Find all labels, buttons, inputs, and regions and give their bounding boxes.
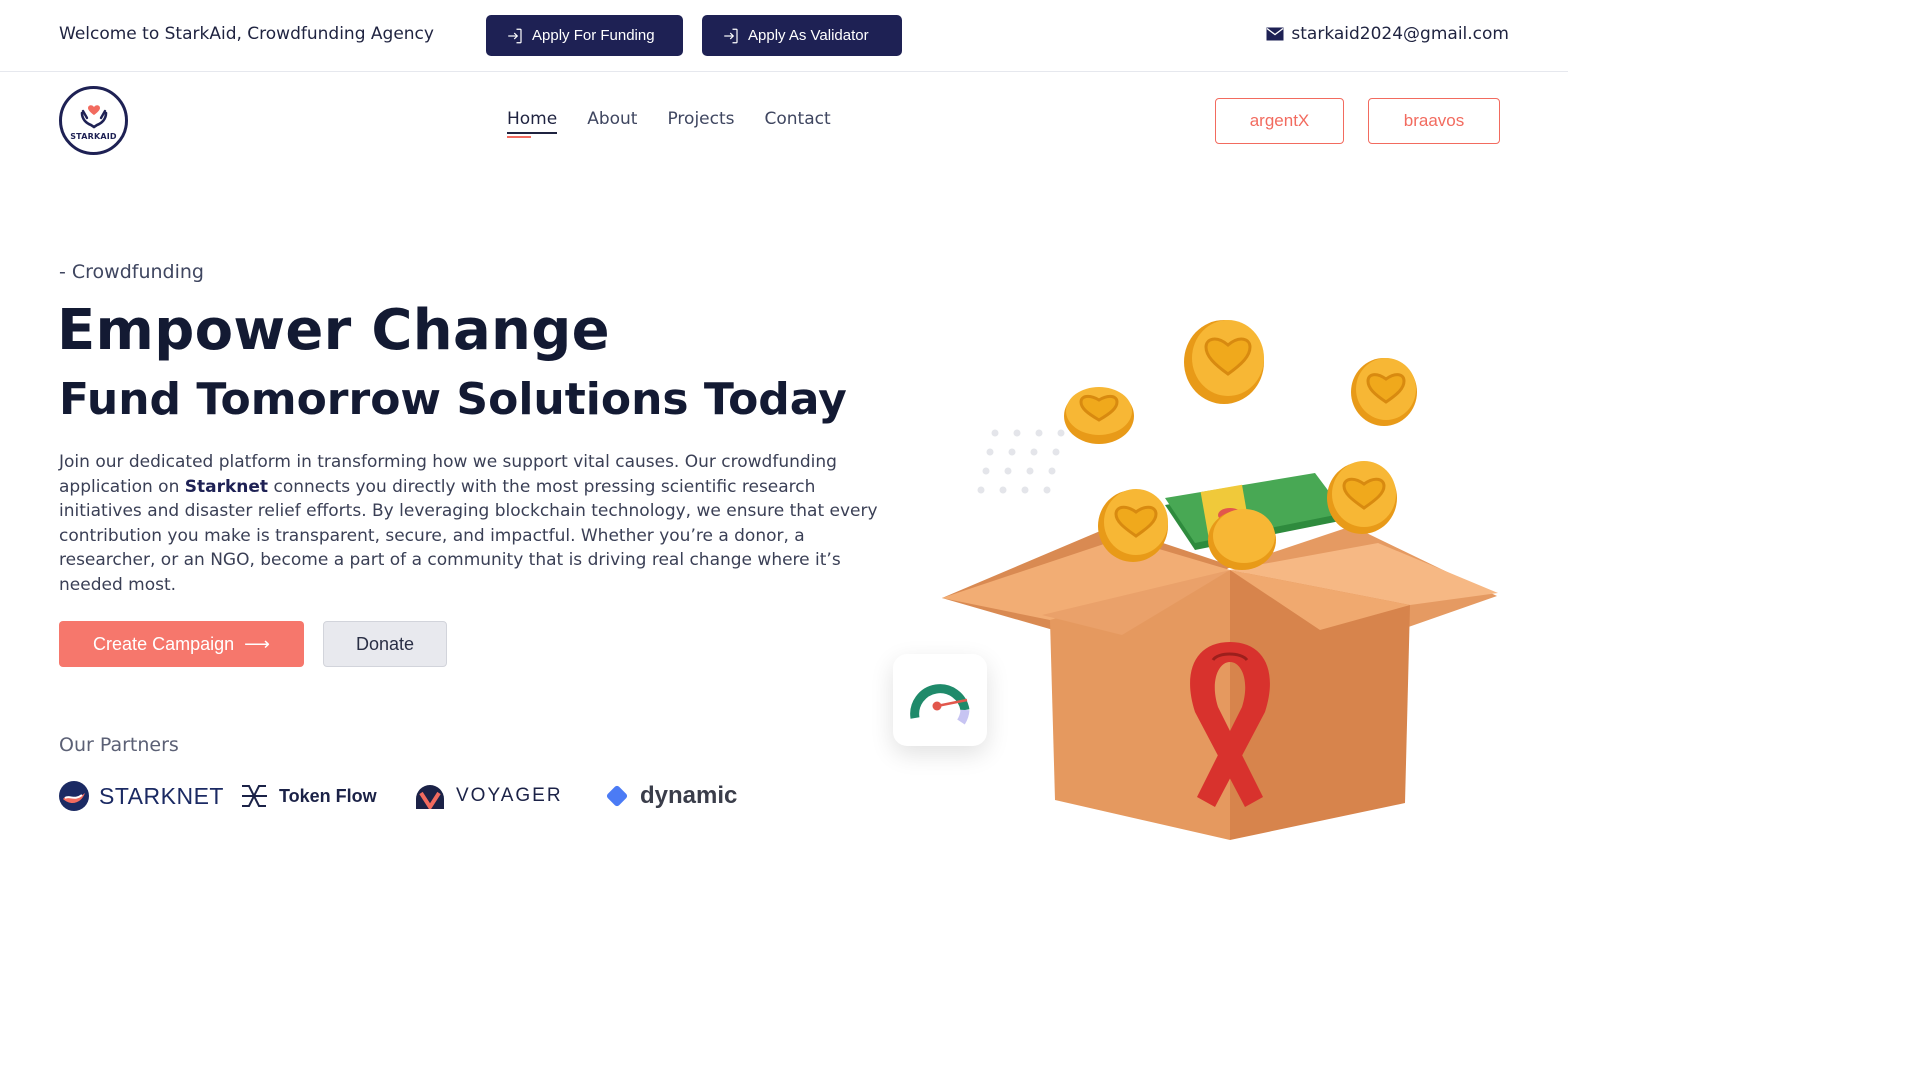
voyager-logo-icon <box>416 785 444 809</box>
partner-tokenflow[interactable]: Token Flow <box>240 779 377 813</box>
tokenflow-logo-icon <box>242 785 267 807</box>
main-nav: Home About Projects Contact <box>507 109 831 138</box>
hero-subtitle: Fund Tomorrow Solutions Today <box>59 374 847 425</box>
starkaid-logo[interactable]: STARKAID <box>59 86 128 155</box>
mail-icon <box>1266 27 1284 41</box>
email-text: starkaid2024@gmail.com <box>1291 24 1509 44</box>
partner-tokenflow-name: Token Flow <box>279 785 377 806</box>
partner-voyager-name: VOYAGER <box>456 785 563 806</box>
nav-about[interactable]: About <box>587 109 637 129</box>
braavos-wallet-button[interactable]: braavos <box>1368 98 1500 144</box>
dynamic-logo-icon <box>606 785 628 807</box>
heart-coins <box>1064 320 1417 570</box>
nav-contact[interactable]: Contact <box>765 109 831 129</box>
donate-button[interactable]: Donate <box>323 621 447 667</box>
starknet-highlight: Starknet <box>184 476 269 497</box>
top-bar: Welcome to StarkAid, Crowdfunding Agency… <box>0 0 1568 72</box>
hero-description: Join our dedicated platform in transform… <box>59 450 879 597</box>
nav-projects[interactable]: Projects <box>667 109 734 129</box>
hero-title: Empower Change <box>57 298 610 363</box>
partner-dynamic-name: dynamic <box>640 782 738 809</box>
speedometer-card <box>893 654 987 746</box>
partner-starknet[interactable]: STARKNET <box>59 779 224 813</box>
apply-for-funding-button[interactable]: Apply For Funding <box>486 15 683 56</box>
argentx-wallet-button[interactable]: argentX <box>1215 98 1344 144</box>
login-icon <box>724 28 738 43</box>
contact-email[interactable]: starkaid2024@gmail.com <box>1266 24 1509 44</box>
donation-box-illustration <box>942 320 1498 840</box>
partners-title: Our Partners <box>59 734 179 756</box>
welcome-text: Welcome to StarkAid, Crowdfunding Agency <box>59 24 434 44</box>
apply-for-funding-label: Apply For Funding <box>532 27 655 44</box>
partner-dynamic[interactable]: dynamic <box>604 779 737 813</box>
partner-voyager[interactable]: VOYAGER <box>414 779 563 813</box>
starknet-logo-icon <box>59 781 89 811</box>
create-campaign-button[interactable]: Create Campaign ⟶ <box>59 621 304 667</box>
create-campaign-label: Create Campaign <box>93 633 235 654</box>
apply-as-validator-label: Apply As Validator <box>748 27 869 44</box>
speedometer-icon <box>910 684 970 725</box>
hero-eyebrow: - Crowdfunding <box>59 261 204 283</box>
hands-heart-icon <box>80 104 107 128</box>
login-icon <box>508 28 522 43</box>
dot-grid-decoration <box>977 429 1065 494</box>
partner-starknet-name: STARKNET <box>99 782 224 809</box>
logo-text: STARKAID <box>70 131 117 141</box>
arrow-right-icon: ⟶ <box>244 633 270 654</box>
nav-home[interactable]: Home <box>507 109 558 138</box>
apply-as-validator-button[interactable]: Apply As Validator <box>702 15 902 56</box>
